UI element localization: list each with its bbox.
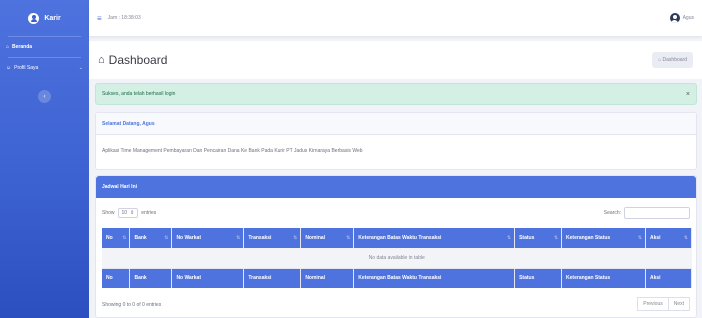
success-alert: Sukses, anda telah berhasil login ×: [95, 83, 697, 105]
user-icon: ☺: [6, 65, 12, 71]
user-name: Agus: [682, 15, 694, 21]
home-icon: ⌂: [6, 44, 10, 50]
footer-status: Status: [514, 268, 563, 288]
column-header-keterangan-batas[interactable]: Keterangan Batas Waktu Transaksi ⇅: [353, 228, 516, 248]
user-menu[interactable]: Agus: [669, 13, 694, 23]
sidebar: Karir ⌂ Beranda ☺ Profil Saya ⌄ ‹: [0, 0, 89, 318]
sidebar-toggle-button[interactable]: ‹: [38, 90, 51, 103]
entries-select[interactable]: 10 ⇕: [117, 208, 139, 218]
home-icon: ⌂: [658, 57, 662, 63]
column-header-no[interactable]: No ⇅: [102, 228, 131, 248]
column-header-aksi[interactable]: Aksi ⇅: [645, 228, 693, 248]
column-header-keterangan-status[interactable]: Keterangan Status ⇅: [561, 228, 646, 248]
pagination: Previous Next: [637, 297, 690, 311]
brand-name: Karir: [44, 14, 61, 22]
sidebar-item-profil-saya[interactable]: ☺ Profil Saya ⌄: [0, 58, 89, 78]
footer-bank: Bank: [129, 268, 173, 288]
welcome-card: Selamat Datang, Agus Aplikasi Time Manag…: [95, 112, 697, 170]
welcome-title: Selamat Datang, Agus: [96, 113, 696, 135]
chevron-left-icon: ‹: [43, 93, 46, 100]
table-footer-row: No Bank No Warkat Transaksi Nominal Kete…: [102, 268, 693, 288]
show-label: Show: [102, 210, 115, 216]
page-title: ⌂ Dashboard: [98, 53, 167, 67]
topbar: ≡ Jam : 18:38:03 Agus: [89, 0, 702, 36]
schedule-card: Jadwal Hari Ini Show 10 ⇕ entries Search…: [95, 175, 697, 318]
table-row: No data available in table: [102, 248, 692, 269]
page-title-text: Dashboard: [108, 53, 168, 67]
chevron-down-icon: ⌄: [78, 65, 83, 71]
search-input[interactable]: [624, 207, 690, 219]
search-wrap: Search:: [604, 207, 690, 219]
column-header-nominal[interactable]: Nominal ⇅: [300, 228, 355, 248]
sidebar-item-beranda[interactable]: ⌂ Beranda: [0, 37, 89, 57]
entries-value: 10: [121, 210, 128, 216]
schedule-table: No ⇅ Bank ⇅ No Warkat ⇅ Transaksi ⇅ Nominal ⇅…: [102, 228, 693, 288]
column-header-transaksi[interactable]: Transaksi ⇅: [243, 228, 302, 248]
avatar: [669, 13, 680, 23]
footer-transaksi: Transaksi: [243, 268, 302, 288]
clock-text: Jam : 18:38:03: [107, 15, 141, 21]
column-header-no-warkat[interactable]: No Warkat ⇅: [171, 228, 245, 248]
table-info: Showing 0 to 0 of 0 entries: [102, 302, 162, 308]
table-controls: Show 10 ⇕ entries Search:: [96, 198, 696, 220]
table-header-row: No ⇅ Bank ⇅ No Warkat ⇅ Transaksi ⇅ Nominal ⇅…: [102, 228, 693, 248]
schedule-title: Jadwal Hari Ini: [96, 176, 696, 198]
close-icon[interactable]: ×: [686, 91, 690, 98]
search-label: Search:: [603, 210, 621, 216]
home-icon: ⌂: [98, 54, 105, 66]
footer-keterangan-batas: Keterangan Batas Waktu Transaksi: [353, 268, 516, 288]
breadcrumb[interactable]: ⌂ Dashboard: [652, 52, 693, 68]
user-circle-icon: [28, 12, 40, 24]
sidebar-item-label: Beranda: [12, 44, 33, 50]
footer-keterangan-status: Keterangan Status: [561, 268, 646, 288]
menu-icon[interactable]: ≡: [97, 14, 102, 23]
footer-no-warkat: No Warkat: [171, 268, 245, 288]
sidebar-brand[interactable]: Karir: [0, 0, 89, 36]
footer-aksi: Aksi: [645, 268, 693, 288]
page-header: ⌂ Dashboard ⌂ Dashboard: [89, 41, 702, 79]
entries-label: entries: [141, 210, 157, 216]
footer-nominal: Nominal: [300, 268, 355, 288]
breadcrumb-label: Dashboard: [662, 57, 687, 63]
footer-no: No: [102, 268, 131, 288]
welcome-body: Aplikasi Time Management Pembayaran Dan …: [102, 148, 363, 154]
chevron-down-icon: ⇕: [130, 210, 135, 216]
empty-table-message: No data available in table: [102, 248, 692, 269]
sidebar-item-label: Profil Saya: [14, 65, 39, 71]
alert-message: Sukses, anda telah berhasil login: [102, 91, 176, 97]
column-header-status[interactable]: Status ⇅: [514, 228, 563, 248]
next-button[interactable]: Next: [668, 297, 690, 311]
column-header-bank[interactable]: Bank ⇅: [129, 228, 173, 248]
previous-button[interactable]: Previous: [637, 297, 669, 311]
